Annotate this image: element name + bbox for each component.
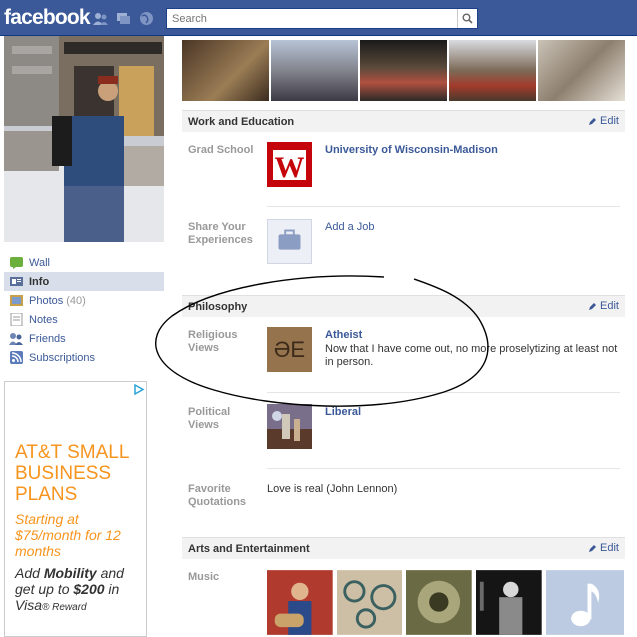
ad-price: Starting at $75/month for 12 months — [15, 511, 121, 559]
pencil-icon — [589, 117, 597, 125]
edit-arts-button[interactable]: Edit — [588, 542, 619, 554]
sidebar-item-wall[interactable]: Wall — [4, 253, 164, 272]
notifications-globe-icon[interactable] — [139, 11, 154, 26]
sidebar-item-info[interactable]: Info — [4, 272, 164, 291]
photos-icon — [9, 294, 23, 308]
ad-offer-bold: Mobility — [43, 565, 97, 581]
pencil-icon — [589, 544, 597, 552]
liberal-page-image[interactable] — [267, 404, 312, 449]
edit-philosophy-button[interactable]: Edit — [588, 300, 619, 312]
search-input[interactable] — [167, 9, 457, 28]
ad-offer: Add Mobility and get up to $200 in Visa®… — [15, 565, 146, 616]
edit-label: Edit — [600, 300, 619, 312]
top-bar: facebook — [0, 0, 637, 36]
divider — [267, 468, 620, 469]
music-artist-thumb[interactable] — [476, 569, 542, 636]
ad-offer-text: Add — [15, 565, 44, 581]
liberal-link[interactable]: Liberal — [325, 406, 361, 418]
atheist-link[interactable]: Atheist — [325, 329, 362, 341]
religious-views-label: Religious Views — [188, 329, 238, 354]
facebook-logo[interactable]: facebook — [4, 6, 91, 30]
share-experiences-label: Share Your Experiences — [188, 221, 253, 246]
ad-headline: AT&T SMALL BUSINESS PLANS — [15, 442, 129, 505]
uw-madison-logo[interactable]: W — [267, 142, 312, 187]
political-views-label: Political Views — [188, 406, 231, 431]
divider — [267, 206, 620, 207]
add-a-job-link[interactable]: Add a Job — [325, 221, 375, 233]
atheist-page-image[interactable]: ƏE — [267, 327, 312, 372]
religious-views-description: Now that I have come out, no more prosel… — [325, 343, 618, 368]
search-button[interactable] — [457, 9, 477, 28]
ad-offer-amount: $200 — [73, 581, 105, 597]
sidebar-item-friends[interactable]: Friends — [4, 329, 164, 348]
grad-school-link[interactable]: University of Wisconsin-Madison — [325, 144, 498, 156]
edit-label: Edit — [600, 542, 619, 554]
section-title: Philosophy — [188, 300, 248, 313]
wall-icon — [9, 256, 23, 270]
search-icon — [462, 13, 473, 24]
favorite-quotations-label: Favorite Quotations — [188, 483, 247, 508]
sidebar-item-label: Subscriptions — [29, 351, 96, 364]
friend-requests-icon[interactable] — [93, 11, 108, 26]
pencil-icon — [589, 302, 597, 310]
sidebar-item-label: Notes — [29, 313, 58, 326]
info-icon — [9, 275, 23, 289]
ad-offer-reward: ® Reward — [41, 602, 87, 613]
edit-label: Edit — [600, 115, 619, 127]
sidebar-item-subscriptions[interactable]: Subscriptions — [4, 348, 164, 367]
photos-count: (40) — [66, 294, 86, 307]
section-work-education: Work and Education Edit — [182, 110, 625, 132]
sidebar-item-photos[interactable]: Photos (40) — [4, 291, 164, 310]
strip-photo[interactable] — [538, 40, 625, 101]
profile-nav: Wall Info Photos (40) Notes Friends Subs… — [4, 253, 164, 367]
photo-strip — [182, 40, 625, 101]
section-title: Work and Education — [188, 115, 295, 128]
section-title: Arts and Entertainment — [188, 542, 310, 555]
subscriptions-icon — [9, 351, 23, 365]
strip-photo[interactable] — [182, 40, 269, 101]
svg-text:W: W — [275, 151, 305, 184]
divider — [267, 392, 620, 393]
music-artist-thumb[interactable] — [267, 569, 333, 636]
briefcase-icon[interactable] — [267, 219, 312, 264]
sidebar-item-notes[interactable]: Notes — [4, 310, 164, 329]
strip-photo[interactable] — [360, 40, 447, 101]
ad-choices-icon[interactable] — [132, 383, 145, 396]
messages-icon[interactable] — [116, 11, 131, 26]
friends-icon — [9, 332, 23, 346]
grad-school-label: Grad School — [188, 144, 254, 156]
notes-icon — [9, 313, 23, 327]
section-arts-entertainment: Arts and Entertainment Edit — [182, 537, 625, 559]
music-artist-thumb[interactable] — [406, 569, 473, 636]
sponsored-ad[interactable]: AT&T SMALL BUSINESS PLANS Starting at $7… — [4, 381, 147, 637]
favorite-quotation: Love is real (John Lennon) — [267, 483, 398, 495]
sidebar-item-label: Friends — [29, 332, 66, 345]
music-list — [267, 569, 624, 636]
section-philosophy: Philosophy Edit — [182, 295, 625, 317]
music-artist-thumb[interactable] — [336, 569, 403, 636]
search-box[interactable] — [166, 8, 478, 29]
sidebar-item-label: Info — [29, 275, 50, 288]
strip-photo[interactable] — [449, 40, 536, 101]
left-column: Wall Info Photos (40) Notes Friends Subs… — [0, 36, 165, 637]
strip-photo[interactable] — [271, 40, 358, 101]
sidebar-item-label: Wall — [29, 256, 50, 269]
profile-photo[interactable] — [4, 36, 164, 242]
sidebar-item-label: Photos — [29, 294, 64, 307]
music-label: Music — [188, 571, 220, 583]
edit-work-button[interactable]: Edit — [588, 115, 619, 127]
svg-text:ƏE: ƏE — [274, 337, 305, 362]
music-note-icon[interactable] — [545, 569, 624, 636]
